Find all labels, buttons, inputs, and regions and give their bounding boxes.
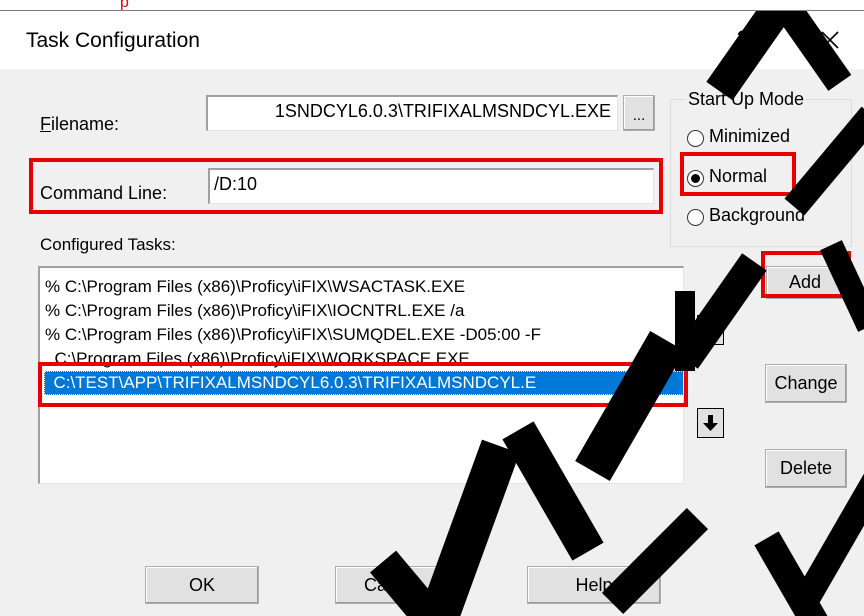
list-item[interactable]: % C:\Program Files (x86)\Proficy\iFIX\IO… [45, 299, 464, 323]
list-item[interactable]: % C:\Program Files (x86)\Proficy\iFIX\WS… [45, 275, 465, 299]
radio-minimized-label[interactable]: Minimized [709, 126, 790, 147]
arrow-down-icon[interactable] [697, 408, 724, 438]
radio-background[interactable] [687, 209, 704, 226]
command-line-label: Command Line: [40, 183, 168, 203]
title-bar: Task Configuration ? [0, 11, 864, 69]
browse-button[interactable]: ... [623, 95, 655, 131]
start-up-mode-title: Start Up Mode [686, 89, 807, 110]
list-item[interactable]: % C:\Program Files (x86)\Proficy\iFIX\SU… [45, 323, 541, 347]
command-line-field[interactable]: /D:10 [208, 168, 654, 204]
watermark-stroke [754, 531, 834, 616]
list-item[interactable]: C:\Program Files (x86)\Proficy\iFIX\WORK… [45, 347, 469, 371]
change-button[interactable]: Change [765, 364, 847, 403]
configured-tasks-label: Configured Tasks: [40, 235, 176, 254]
task-configuration-dialog: Task Configuration ? Filename: 1SNDCYL6.… [0, 10, 864, 616]
radio-normal[interactable] [687, 170, 704, 187]
filename-label: Filename: [40, 114, 120, 134]
close-icon[interactable] [815, 25, 845, 55]
filename-field[interactable]: 1SNDCYL6.0.3\TRIFIXALMSNDCYL.EXE [206, 95, 618, 131]
arrow-up-icon[interactable] [697, 315, 724, 345]
configured-tasks-list[interactable]: % C:\Program Files (x86)\Proficy\iFIX\WS… [38, 266, 684, 484]
help-button[interactable]: Help [527, 566, 661, 604]
window-title: Task Configuration [26, 29, 200, 52]
radio-minimized[interactable] [687, 130, 704, 147]
radio-selected-dot [691, 174, 700, 183]
ok-button[interactable]: OK [145, 566, 259, 604]
list-item-selected[interactable]: C:\TEST\APP\TRIFIXALMSNDCYL6.0.3\TRIFIXA… [44, 371, 683, 395]
delete-button[interactable]: Delete [765, 449, 847, 488]
radio-background-label[interactable]: Background [709, 205, 805, 226]
radio-normal-label[interactable]: Normal [709, 166, 767, 187]
watermark-stroke [673, 253, 767, 369]
help-icon[interactable]: ? [730, 26, 756, 52]
add-button[interactable]: Add [766, 266, 844, 299]
cancel-button[interactable]: Cancel [335, 566, 449, 604]
